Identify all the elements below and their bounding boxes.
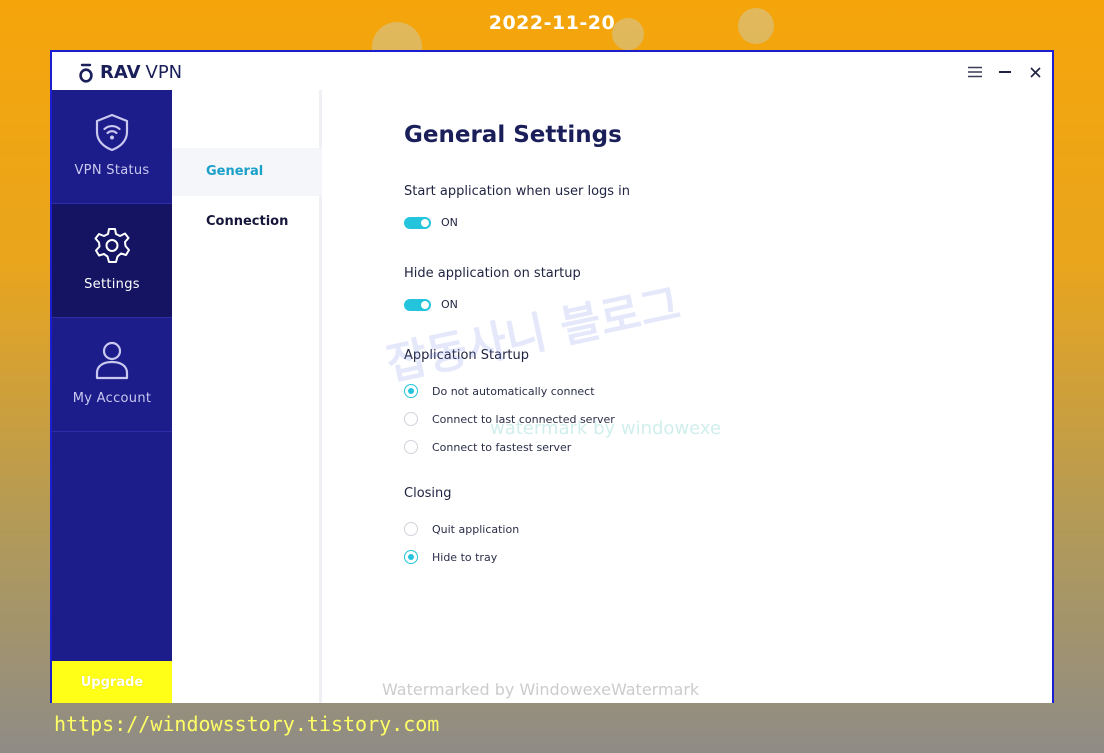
radio-do-not-connect[interactable]: Do not automatically connect	[404, 384, 595, 398]
radio-connect-fastest-server[interactable]: Connect to fastest server	[404, 440, 571, 454]
radio-button[interactable]	[404, 440, 418, 454]
close-button[interactable]	[1026, 64, 1044, 80]
sidebar-item-settings[interactable]: Settings	[52, 204, 172, 318]
closing-label: Closing	[404, 486, 452, 501]
app-window: RAV VPN VPN Status Settings My Account U…	[50, 50, 1054, 703]
sidebar-item-label: Settings	[84, 277, 140, 292]
shield-wifi-icon	[95, 113, 129, 152]
radio-button[interactable]	[404, 412, 418, 426]
footer-url: https://windowsstory.tistory.com	[54, 712, 440, 736]
sidebar-item-vpn-status[interactable]: VPN Status	[52, 90, 172, 204]
radio-label: Connect to last connected server	[432, 412, 615, 426]
sidebar-item-my-account[interactable]: My Account	[52, 318, 172, 432]
sidebar-item-label: My Account	[72, 391, 152, 406]
menu-button[interactable]	[966, 64, 984, 80]
toggle-switch[interactable]	[404, 216, 431, 229]
toggle-state-text: ON	[441, 298, 458, 311]
settings-subnav: General Connection	[172, 90, 322, 703]
radio-connect-last-server[interactable]: Connect to last connected server	[404, 412, 615, 426]
hide-on-startup-toggle[interactable]: ON	[404, 298, 458, 311]
application-startup-label: Application Startup	[404, 348, 530, 363]
upgrade-button[interactable]: Upgrade	[52, 661, 172, 703]
radio-label: Do not automatically connect	[432, 384, 595, 398]
sidebar-item-label: VPN Status	[74, 163, 150, 178]
title-bar: RAV VPN	[52, 52, 1052, 90]
close-icon	[1029, 66, 1041, 78]
logo-product-text: VPN	[145, 62, 183, 83]
start-on-login-toggle[interactable]: ON	[404, 216, 458, 229]
radio-label: Hide to tray	[432, 550, 498, 564]
minimize-icon	[999, 71, 1011, 73]
tab-general[interactable]: General	[172, 148, 322, 196]
toggle-switch[interactable]	[404, 298, 431, 311]
tab-connection[interactable]: Connection	[172, 198, 322, 246]
gear-icon	[94, 228, 130, 263]
radio-button[interactable]	[404, 550, 418, 564]
radio-button[interactable]	[404, 384, 418, 398]
radio-quit-application[interactable]: Quit application	[404, 522, 519, 536]
radio-hide-to-tray[interactable]: Hide to tray	[404, 550, 497, 564]
app-logo: RAV VPN	[78, 62, 182, 83]
logo-brand-text: RAV	[100, 62, 141, 83]
radio-label: Connect to fastest server	[432, 440, 572, 454]
page-title: General Settings	[404, 122, 622, 148]
hamburger-icon	[968, 66, 982, 78]
rav-logo-icon	[79, 63, 93, 83]
start-on-login-label: Start application when user logs in	[404, 184, 631, 199]
hide-on-startup-label: Hide application on startup	[404, 266, 581, 281]
user-icon	[95, 341, 129, 380]
toggle-state-text: ON	[441, 216, 458, 229]
sidebar: VPN Status Settings My Account Upgrade	[52, 90, 172, 703]
radio-label: Quit application	[432, 522, 520, 536]
radio-button[interactable]	[404, 522, 418, 536]
minimize-button[interactable]	[996, 64, 1014, 80]
date-banner: 2022-11-20	[488, 12, 616, 34]
